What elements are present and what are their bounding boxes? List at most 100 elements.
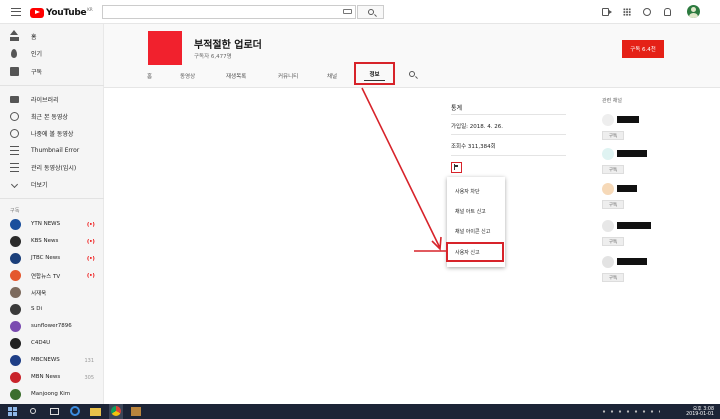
- subscription-item[interactable]: 서재욱: [0, 284, 104, 300]
- search-button[interactable]: [357, 5, 384, 19]
- home-icon: [10, 30, 19, 41]
- related-subscribe-button[interactable]: 구독: [602, 237, 624, 246]
- redacted-name: [617, 150, 647, 157]
- channel-name: Manjoong Kim: [31, 391, 71, 397]
- redacted-name: [617, 116, 639, 123]
- channel-avatar: [10, 236, 21, 247]
- youtube-logo[interactable]: YouTube KR: [30, 7, 93, 18]
- app-icon[interactable]: [131, 407, 141, 416]
- divider: [451, 134, 566, 135]
- channel-avatar: [10, 389, 21, 400]
- tab-videos[interactable]: 동영상: [180, 72, 195, 80]
- related-subscribe-button[interactable]: 구독: [602, 165, 624, 174]
- related-subscribe-button[interactable]: 구독: [602, 131, 624, 140]
- hamburger-menu-icon[interactable]: [11, 8, 21, 16]
- subscribe-button[interactable]: 구독 6.4천: [622, 40, 664, 58]
- file-explorer-icon[interactable]: [90, 408, 101, 416]
- channel-avatar: [10, 372, 21, 383]
- sidebar-item-show-more[interactable]: 더보기: [0, 176, 104, 193]
- subscription-item[interactable]: MBN News 305: [0, 369, 104, 385]
- notifications-bell-icon[interactable]: [664, 8, 671, 16]
- messages-icon[interactable]: [643, 8, 651, 16]
- related-subscribe-button[interactable]: 구독: [602, 200, 624, 209]
- sidebar-item-label: 최근 본 동영상: [31, 114, 68, 121]
- divider: [451, 114, 566, 115]
- subscription-item[interactable]: Manjoong Kim: [0, 386, 104, 402]
- search-input[interactable]: [102, 5, 356, 19]
- search-icon: [367, 9, 374, 15]
- subscription-item[interactable]: sunflower7896: [0, 318, 104, 334]
- taskbar-time[interactable]: 오후 3:08: [693, 405, 714, 412]
- channel-avatar: [10, 355, 21, 366]
- edge-browser-icon[interactable]: [70, 406, 80, 416]
- sidebar-item-playlist-thumbnail-error[interactable]: Thumbnail Error: [0, 142, 104, 159]
- channel-thumbnail: [602, 256, 614, 268]
- channel-name: C4D4U: [31, 340, 51, 346]
- subscription-item[interactable]: S Di: [0, 301, 104, 317]
- taskbar-date[interactable]: 2019-01-01: [686, 412, 714, 417]
- subscription-item[interactable]: C4D4U: [0, 335, 104, 351]
- subscription-item[interactable]: MBCNEWS 131: [0, 352, 104, 368]
- apps-grid-icon[interactable]: [623, 8, 631, 16]
- playlist-icon: [10, 163, 19, 172]
- subscription-item[interactable]: YTN NEWS (•): [0, 216, 104, 232]
- sidebar-item-watch-later[interactable]: 나중에 볼 동영상: [0, 125, 104, 142]
- windows-taskbar: 오후 3:08 2019-01-01: [0, 404, 720, 419]
- stats-heading: 통계: [451, 105, 463, 112]
- menu-item-report-user[interactable]: 사용자 신고: [446, 242, 504, 262]
- live-badge: (•): [87, 239, 95, 245]
- menu-item-report-channel-icon[interactable]: 채널 아이콘 신고: [447, 221, 505, 241]
- related-channel[interactable]: 구독: [602, 148, 702, 182]
- youtube-play-icon: [30, 7, 44, 18]
- related-channel[interactable]: 구독: [602, 220, 702, 254]
- divider: [451, 155, 566, 156]
- related-channel[interactable]: 구독: [602, 114, 702, 148]
- subscription-item[interactable]: KBS News (•): [0, 233, 104, 249]
- channel-avatar: [10, 253, 21, 264]
- system-tray-icons[interactable]: [600, 408, 660, 415]
- task-view-icon[interactable]: [50, 408, 59, 415]
- history-icon: [10, 112, 19, 121]
- menu-item-report-channel-art[interactable]: 채널 아트 신고: [447, 201, 505, 221]
- account-avatar[interactable]: [687, 5, 700, 18]
- sidebar-item-subscriptions[interactable]: 구독: [0, 63, 104, 80]
- sidebar-item-label: 인기: [31, 51, 43, 58]
- sidebar-item-history[interactable]: 최근 본 동영상: [0, 108, 104, 125]
- windows-start-icon[interactable]: [8, 407, 17, 416]
- folder-icon: [10, 96, 19, 103]
- sidebar-item-trending[interactable]: 인기: [0, 45, 104, 62]
- live-badge: (•): [87, 256, 95, 262]
- sidebar-item-home[interactable]: 홈: [0, 28, 104, 45]
- related-subscribe-button[interactable]: 구독: [602, 273, 624, 282]
- channel-avatar: [10, 338, 21, 349]
- sidebar: 홈 인기 구독 라이브러리 최근 본 동영상 나중에 볼 동영상 Thumbna…: [0, 24, 104, 404]
- tab-playlists[interactable]: 재생목록: [226, 72, 246, 80]
- channel-name: MBN News: [31, 374, 61, 380]
- channel-name: KBS News: [31, 238, 59, 244]
- subscription-item[interactable]: 연합뉴스 TV (•): [0, 267, 104, 283]
- channel-avatar: [10, 287, 21, 298]
- sidebar-item-library[interactable]: 라이브러리: [0, 91, 104, 108]
- related-channel[interactable]: 구독: [602, 183, 702, 217]
- sidebar-item-label: 구독: [31, 69, 43, 76]
- menu-item-block-user[interactable]: 사용자 차단: [447, 181, 505, 201]
- chrome-browser-icon[interactable]: [109, 404, 123, 419]
- create-video-icon[interactable]: [602, 8, 612, 16]
- channel-thumbnail: [602, 148, 614, 160]
- tab-home[interactable]: 홈: [147, 72, 152, 80]
- channel-search-button[interactable]: [409, 71, 415, 77]
- sidebar-item-label: 더보기: [31, 182, 48, 189]
- channel-avatar: [10, 270, 21, 281]
- subscription-item[interactable]: JTBC News (•): [0, 250, 104, 266]
- tab-about[interactable]: 정보: [354, 62, 395, 85]
- flag-icon[interactable]: [451, 162, 462, 173]
- related-channel[interactable]: 구독: [602, 256, 702, 290]
- taskbar-search-icon[interactable]: [30, 408, 36, 414]
- tab-community[interactable]: 커뮤니티: [278, 72, 298, 80]
- new-count-badge: 131: [84, 358, 94, 364]
- sidebar-item-playlist-managed[interactable]: 관리 동영상(임시): [0, 159, 104, 176]
- keyboard-icon[interactable]: [343, 9, 352, 14]
- related-channels-heading: 관련 채널: [602, 98, 622, 104]
- tab-channels[interactable]: 채널: [327, 72, 337, 80]
- channel-title: 부적절한 업로더: [194, 40, 262, 51]
